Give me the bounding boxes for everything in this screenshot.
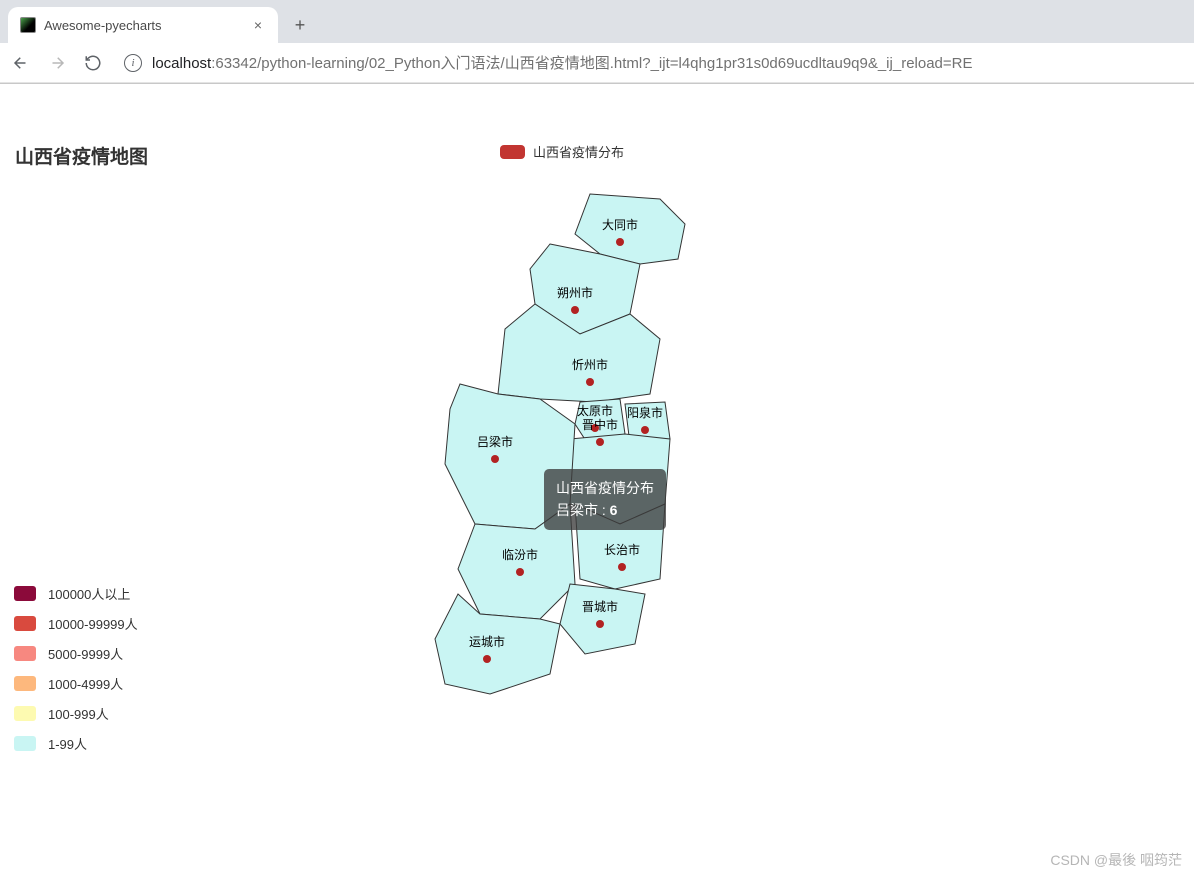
- legend-swatch-icon: [14, 736, 36, 751]
- city-label: 大同市: [602, 217, 638, 232]
- city-dot[interactable]: [571, 306, 579, 314]
- city-dot[interactable]: [596, 620, 604, 628]
- visual-map-legend[interactable]: 100000人以上 10000-99999人 5000-9999人 1000-4999…: [14, 584, 138, 753]
- watermark: CSDN @最後 咽筠茫: [1050, 850, 1182, 870]
- city-label: 太原市: [577, 403, 613, 418]
- address-bar[interactable]: i localhost:63342/python-learning/02_Pyt…: [118, 52, 1184, 73]
- legend-swatch-icon: [14, 616, 36, 631]
- legend-label: 1-99人: [48, 734, 87, 753]
- chart-title: 山西省疫情地图: [15, 142, 148, 169]
- tooltip-data-row: 吕梁市 : 6: [556, 499, 654, 521]
- browser-tab-active[interactable]: Awesome-pyecharts ×: [8, 7, 278, 43]
- legend-swatch-icon: [500, 145, 525, 159]
- city-dot[interactable]: [596, 438, 604, 446]
- legend-row[interactable]: 10000-99999人: [14, 614, 138, 633]
- legend-label: 100-999人: [48, 704, 109, 723]
- city-label: 运城市: [469, 634, 505, 649]
- city-label: 长治市: [604, 542, 640, 557]
- city-label: 临汾市: [502, 547, 538, 562]
- city-label: 吕梁市: [477, 434, 513, 449]
- tooltip-value: 6: [610, 502, 618, 518]
- legend-label: 100000人以上: [48, 584, 130, 603]
- legend-label: 5000-9999人: [48, 644, 123, 663]
- tab-title: Awesome-pyecharts: [44, 18, 242, 33]
- legend-row[interactable]: 1-99人: [14, 734, 138, 753]
- legend-row[interactable]: 1000-4999人: [14, 674, 138, 693]
- city-dot[interactable]: [618, 563, 626, 571]
- browser-chrome: Awesome-pyecharts × + i localhost:63342/…: [0, 0, 1194, 84]
- legend-swatch-icon: [14, 676, 36, 691]
- forward-button[interactable]: [46, 52, 68, 74]
- shanxi-map[interactable]: 大同市朔州市忻州市太原市阳泉市晋中市吕梁市临汾市 长治市晋城市运城市: [420, 184, 720, 724]
- city-dot[interactable]: [616, 238, 624, 246]
- city-dot[interactable]: [641, 426, 649, 434]
- city-label: 晋中市: [582, 417, 618, 432]
- nav-bar: i localhost:63342/python-learning/02_Pyt…: [0, 43, 1194, 83]
- city-dot[interactable]: [491, 455, 499, 463]
- tooltip-city: 吕梁市: [556, 502, 598, 518]
- site-info-icon[interactable]: i: [124, 54, 142, 72]
- back-button[interactable]: [10, 52, 32, 74]
- legend-row[interactable]: 5000-9999人: [14, 644, 138, 663]
- map-tooltip: 山西省疫情分布 吕梁市 : 6: [544, 469, 666, 530]
- legend-row[interactable]: 100000人以上: [14, 584, 138, 603]
- tooltip-series: 山西省疫情分布: [556, 477, 654, 499]
- city-dot[interactable]: [586, 378, 594, 386]
- city-dot[interactable]: [516, 568, 524, 576]
- city-label: 忻州市: [572, 357, 608, 372]
- legend-row[interactable]: 100-999人: [14, 704, 138, 723]
- city-dot[interactable]: [483, 655, 491, 663]
- reload-button[interactable]: [82, 52, 104, 74]
- pycharm-favicon-icon: [20, 17, 36, 33]
- series-legend[interactable]: 山西省疫情分布: [500, 142, 624, 161]
- new-tab-button[interactable]: +: [286, 11, 314, 39]
- city-label: 晋城市: [582, 599, 618, 614]
- page-content: 山西省疫情地图 山西省疫情分布 大同市朔州市忻州市太原市阳泉市晋中市吕梁市临汾市…: [0, 84, 1194, 880]
- legend-swatch-icon: [14, 586, 36, 601]
- series-legend-label: 山西省疫情分布: [533, 142, 624, 161]
- legend-label: 10000-99999人: [48, 614, 138, 633]
- legend-label: 1000-4999人: [48, 674, 123, 693]
- region-jincheng[interactable]: [560, 584, 645, 654]
- tab-strip: Awesome-pyecharts × +: [0, 0, 1194, 43]
- close-tab-icon[interactable]: ×: [250, 17, 266, 33]
- city-label: 朔州市: [557, 285, 593, 300]
- legend-swatch-icon: [14, 706, 36, 721]
- url-text: localhost:63342/python-learning/02_Pytho…: [152, 52, 973, 73]
- city-label: 阳泉市: [627, 405, 663, 420]
- legend-swatch-icon: [14, 646, 36, 661]
